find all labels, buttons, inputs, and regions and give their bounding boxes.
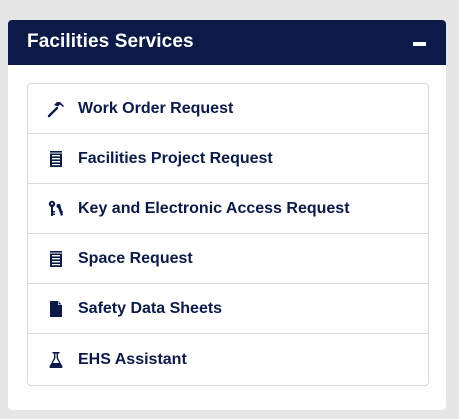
document-icon <box>46 299 66 319</box>
collapse-button[interactable] <box>412 37 426 51</box>
list-item-safety-data-sheets[interactable]: Safety Data Sheets <box>28 284 428 334</box>
notepad-icon <box>46 249 66 269</box>
services-list: Work Order Request Facilities Project Re… <box>27 83 429 386</box>
keys-icon <box>46 199 66 219</box>
item-label: Work Order Request <box>78 99 234 117</box>
list-item-key-access-request[interactable]: Key and Electronic Access Request <box>28 184 428 234</box>
item-label: EHS Assistant <box>78 350 187 368</box>
item-label: Facilities Project Request <box>78 149 273 167</box>
list-item-space-request[interactable]: Space Request <box>28 234 428 284</box>
list-item-facilities-project-request[interactable]: Facilities Project Request <box>28 134 428 184</box>
notepad-icon <box>46 149 66 169</box>
facilities-services-panel: Facilities Services Work Order Request F… <box>8 20 446 410</box>
hammer-icon <box>46 99 66 119</box>
minus-icon <box>412 42 426 46</box>
flask-icon <box>46 350 66 370</box>
item-label: Key and Electronic Access Request <box>78 199 350 217</box>
list-item-work-order-request[interactable]: Work Order Request <box>28 84 428 134</box>
item-label: Safety Data Sheets <box>78 299 223 317</box>
item-label: Space Request <box>78 249 193 267</box>
panel-header: Facilities Services <box>8 20 446 65</box>
panel-title: Facilities Services <box>27 30 194 52</box>
list-item-ehs-assistant[interactable]: EHS Assistant <box>28 334 428 385</box>
